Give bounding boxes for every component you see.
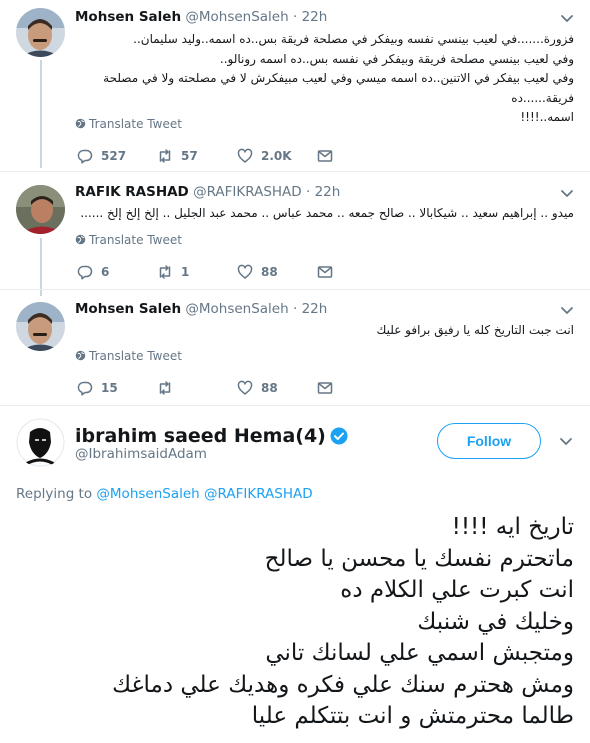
translate-tweet-link[interactable]: Translate Tweet	[75, 117, 182, 131]
tweet-header: RAFIK RASHAD @RAFIKRASHAD · 22h	[75, 184, 340, 200]
main-tweet-line: ماتحترم نفسك يا محسن يا صالح	[264, 545, 574, 572]
like-button[interactable]: 88	[237, 264, 278, 280]
retweet-button[interactable]: 1	[157, 264, 189, 280]
retweet-count: 57	[181, 149, 198, 163]
main-tweet-line: ومش هحترم سنك علي فكره وهديك علي دماغك	[112, 671, 574, 698]
reply-icon	[77, 265, 93, 280]
retweet-icon	[159, 381, 171, 395]
tweet-actions: 6 1 88	[77, 264, 337, 280]
verified-icon	[330, 427, 348, 445]
tweet-text-line: وفي لعيب بينسي مصلحة فريقة وبيفكر في نفس…	[219, 51, 574, 66]
separator-dot: ·	[305, 184, 311, 200]
reply-count: 527	[101, 149, 127, 163]
chevron-down-icon[interactable]	[560, 189, 574, 199]
globe-icon	[75, 234, 86, 245]
translate-tweet-link[interactable]: Translate Tweet	[75, 349, 182, 363]
main-tweet-line: وخليك في شنبك	[417, 608, 574, 635]
tweet-1[interactable]: Mohsen Saleh @MohsenSaleh · 22h فزورة...…	[0, 0, 590, 172]
main-author-name[interactable]: ibrahim saeed Hema(4)	[75, 425, 348, 447]
retweet-count: 1	[181, 265, 190, 279]
tweet-actions: 15 88	[77, 380, 337, 396]
reply-count: 6	[101, 265, 110, 279]
tweet-text: انت جبت التاريخ كله يا رفيق برافو عليك	[75, 321, 574, 341]
message-icon	[317, 382, 333, 394]
tweet-2[interactable]: RAFIK RASHAD @RAFIKRASHAD · 22h ميدو .. …	[0, 172, 590, 290]
message-button[interactable]	[317, 148, 341, 164]
chevron-down-icon[interactable]	[559, 437, 573, 447]
retweet-button[interactable]	[157, 380, 181, 396]
translate-label: Translate Tweet	[89, 233, 182, 247]
chevron-down-icon[interactable]	[560, 14, 574, 24]
avatar[interactable]	[16, 8, 65, 57]
avatar[interactable]	[16, 302, 65, 351]
like-icon	[237, 380, 253, 395]
message-icon	[317, 150, 333, 162]
separator-dot: ·	[292, 301, 298, 317]
main-author-handle[interactable]: @IbrahimsaidAdam	[75, 446, 207, 462]
tweet-text-line: فزورة.......في لعيب بينسي نفسه وبيفكر في…	[133, 32, 574, 46]
replying-prefix: Replying to	[16, 486, 93, 502]
reply-icon	[77, 381, 93, 396]
globe-icon	[75, 350, 86, 361]
mention-link[interactable]: @RAFIKRASHAD	[204, 486, 313, 502]
translate-tweet-link[interactable]: Translate Tweet	[75, 233, 182, 247]
replying-to: Replying to @MohsenSaleh @RAFIKRASHAD	[16, 486, 313, 502]
tweet-time[interactable]: 22h	[302, 9, 328, 25]
like-count: 2.0K	[261, 149, 292, 163]
avatar[interactable]	[16, 418, 65, 467]
message-button[interactable]	[317, 264, 341, 280]
tweet-time[interactable]: 22h	[302, 301, 328, 317]
tweet-header: Mohsen Saleh @MohsenSaleh · 22h	[75, 301, 327, 317]
tweet-actions: 527 57 2.0K	[77, 148, 337, 164]
author-handle[interactable]: @RAFIKRASHAD	[193, 184, 302, 200]
main-tweet-line: ومتجبش اسمي علي لسانك تاني	[265, 640, 574, 666]
main-tweet-line: انت كبرت علي الكلام ده	[340, 577, 574, 603]
author-name[interactable]: RAFIK RASHAD	[75, 184, 189, 200]
translate-label: Translate Tweet	[89, 349, 182, 363]
reply-icon	[77, 149, 93, 164]
retweet-button[interactable]: 57	[157, 148, 198, 164]
like-icon	[237, 264, 253, 279]
author-handle[interactable]: @MohsenSaleh	[185, 9, 288, 25]
reply-button[interactable]: 527	[77, 148, 126, 164]
main-tweet-line: طالما محترمتش و انت بتتكلم عليا	[251, 703, 574, 729]
tweet-text-line: ميدو .. إبراهيم سعيد .. شيكابالا .. صالح…	[80, 206, 574, 220]
author-handle[interactable]: @MohsenSaleh	[185, 301, 288, 317]
globe-icon	[75, 118, 86, 129]
mention-link[interactable]: @MohsenSaleh	[96, 486, 199, 502]
follow-button[interactable]: Follow	[437, 423, 541, 459]
separator-dot: ·	[292, 9, 298, 25]
tweet-text: ميدو .. إبراهيم سعيد .. شيكابالا .. صالح…	[75, 204, 574, 224]
avatar[interactable]	[16, 185, 65, 234]
retweet-icon	[159, 149, 171, 163]
message-button[interactable]	[317, 380, 341, 396]
tweet-text-line: وفي لعيب بيفكر في الاتنين..ده اسمه ميسي …	[103, 71, 574, 105]
author-name[interactable]: Mohsen Saleh	[75, 301, 181, 317]
tweet-text: فزورة.......في لعيب بينسي نفسه وبيفكر في…	[75, 30, 574, 128]
like-count: 88	[261, 381, 278, 395]
like-button[interactable]: 2.0K	[237, 148, 292, 164]
reply-button[interactable]: 6	[77, 264, 109, 280]
main-author-name-text: ibrahim saeed Hema(4)	[75, 425, 326, 447]
like-count: 88	[261, 265, 278, 279]
tweet-text-line: انت جبت التاريخ كله يا رفيق برافو عليك	[376, 323, 574, 337]
main-tweet-line: تاريخ ايه !!!!	[451, 514, 574, 540]
reply-button[interactable]: 15	[77, 380, 118, 396]
like-icon	[237, 148, 253, 163]
like-button[interactable]: 88	[237, 380, 278, 396]
tweet-3[interactable]: Mohsen Saleh @MohsenSaleh · 22h انت جبت …	[0, 290, 590, 406]
retweet-icon	[159, 265, 171, 279]
chevron-down-icon[interactable]	[560, 306, 574, 316]
reply-count: 15	[101, 381, 118, 395]
tweet-time[interactable]: 22h	[315, 184, 341, 200]
message-icon	[317, 266, 333, 278]
main-tweet-text: تاريخ ايه !!!! ماتحترم نفسك يا محسن يا ص…	[16, 512, 574, 733]
author-name[interactable]: Mohsen Saleh	[75, 9, 181, 25]
translate-label: Translate Tweet	[89, 117, 182, 131]
tweet-header: Mohsen Saleh @MohsenSaleh · 22h	[75, 9, 327, 25]
